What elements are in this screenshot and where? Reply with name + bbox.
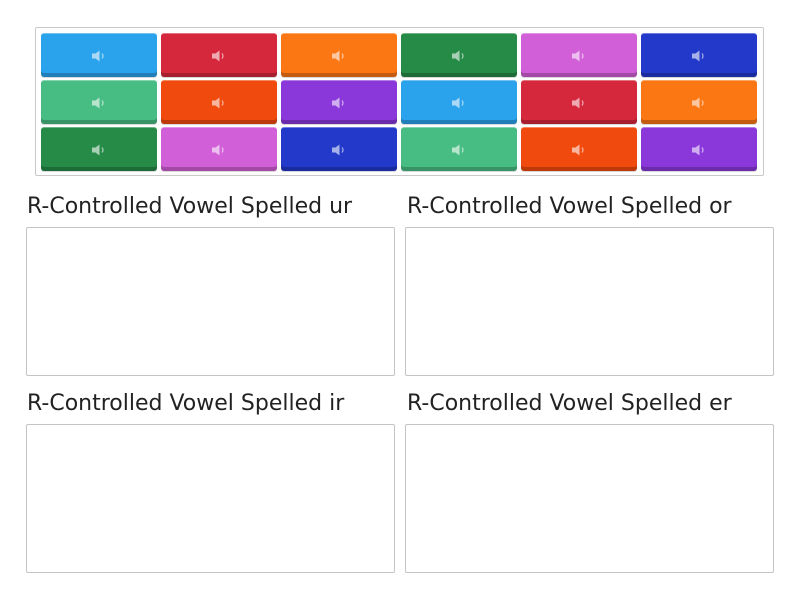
speaker-icon [212,50,224,61]
speaker-icon [452,50,464,61]
dropzone-er[interactable] [405,424,774,573]
speaker-icon [692,97,704,108]
audio-tile[interactable] [641,80,757,124]
group-title-ur: R-Controlled Vowel Spelled ur [27,194,353,219]
audio-tile[interactable] [401,127,517,171]
speaker-icon [452,97,464,108]
group-title-or: R-Controlled Vowel Spelled or [407,194,732,219]
speaker-icon [572,97,584,108]
speaker-icon [92,144,104,155]
dropzone-ur[interactable] [26,227,395,376]
speaker-icon [212,144,224,155]
audio-tile[interactable] [521,33,637,77]
audio-tile[interactable] [161,80,277,124]
tile-tray [35,27,764,176]
speaker-icon [692,50,704,61]
speaker-icon [692,144,704,155]
audio-tile[interactable] [401,80,517,124]
speaker-icon [92,50,104,61]
audio-tile[interactable] [641,127,757,171]
speaker-icon [572,50,584,61]
group-title-ir: R-Controlled Vowel Spelled ir [27,391,345,416]
audio-tile[interactable] [41,80,157,124]
dropzone-ir[interactable] [26,424,395,573]
audio-tile[interactable] [521,80,637,124]
audio-tile[interactable] [281,127,397,171]
audio-tile[interactable] [161,127,277,171]
speaker-icon [92,97,104,108]
speaker-icon [332,144,344,155]
speaker-icon [212,97,224,108]
speaker-icon [332,50,344,61]
audio-tile[interactable] [41,127,157,171]
audio-tile[interactable] [281,33,397,77]
audio-tile[interactable] [401,33,517,77]
group-title-er: R-Controlled Vowel Spelled er [407,391,732,416]
audio-tile[interactable] [161,33,277,77]
audio-tile[interactable] [521,127,637,171]
speaker-icon [332,97,344,108]
dropzone-or[interactable] [405,227,774,376]
audio-tile[interactable] [641,33,757,77]
audio-tile[interactable] [41,33,157,77]
speaker-icon [452,144,464,155]
speaker-icon [572,144,584,155]
audio-tile[interactable] [281,80,397,124]
